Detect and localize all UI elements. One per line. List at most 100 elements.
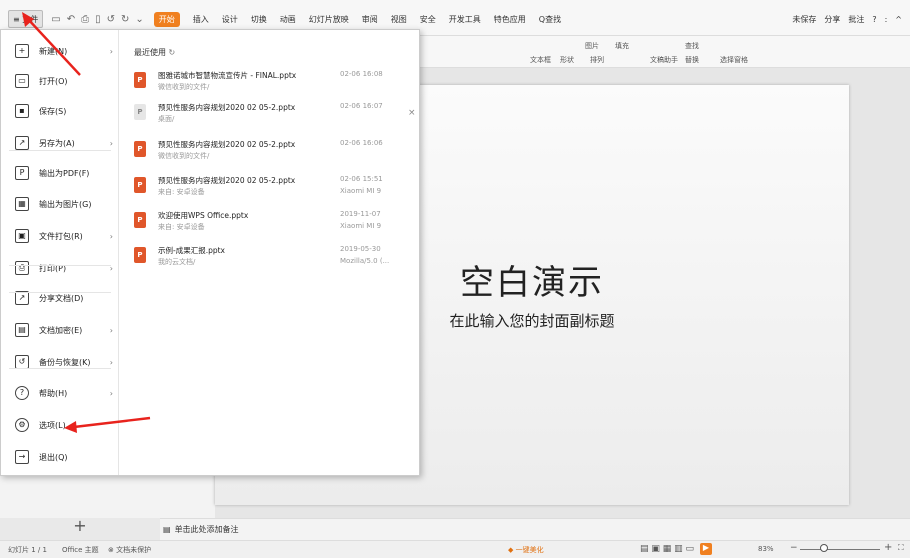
tab-3[interactable]: 切换 — [251, 14, 267, 25]
recent-file-location: 微信收到的文件/ — [158, 152, 210, 160]
new-doc-icon: + — [15, 44, 29, 58]
zoom-slider-handle[interactable] — [820, 544, 828, 552]
file-menu-item-6[interactable]: ▣ 文件打包(R) › — [1, 222, 119, 250]
file-menu-item-label: 打开(O) — [39, 76, 68, 86]
collapse-ribbon-icon[interactable]: ^ — [895, 15, 902, 24]
file-menu-item-label: 退出(Q) — [39, 452, 68, 462]
replace-button[interactable]: 替换 — [685, 55, 699, 65]
protect-status[interactable]: ⊗ 文档未保护 — [108, 545, 151, 555]
recent-file-location: 我的云文档/ — [158, 258, 196, 266]
tab-11[interactable]: Q查找 — [539, 14, 561, 25]
redo-arrow-icon[interactable]: ↻ — [121, 14, 129, 25]
file-menu-item-5[interactable]: ▦ 输出为图片(G) — [1, 190, 119, 218]
tab-2[interactable]: 设计 — [222, 14, 238, 25]
theme-name[interactable]: Office 主题 — [62, 545, 99, 555]
recent-file-name: 预见性服务内容规划2020 02 05-2.pptx — [158, 140, 296, 149]
tab-10[interactable]: 特色应用 — [494, 14, 526, 25]
preview-icon[interactable]: ▯ — [95, 14, 101, 25]
add-slide-button[interactable]: + — [60, 516, 100, 535]
pptx-file-icon: P — [134, 141, 146, 157]
print-icon[interactable]: ⎙ — [81, 14, 89, 25]
refresh-icon[interactable]: ↻ — [169, 48, 176, 57]
zoom-in-button[interactable]: + — [884, 542, 892, 553]
fit-window-icon[interactable]: ⛶ — [898, 543, 904, 553]
recent-file-item[interactable]: P 预见性服务内容规划2020 02 05-2.pptx 来自: 安卓设备 02-06… — [134, 175, 414, 205]
recent-file-item[interactable]: P 预见性服务内容规划2020 02 05-2.pptx 微信收到的文件/02-06… — [134, 139, 414, 169]
undo-icon[interactable]: ↶ — [67, 14, 75, 25]
file-menu-item-13[interactable]: → 退出(Q) — [1, 443, 119, 471]
file-menu-item-12[interactable]: ⚙ 选项(L) — [1, 411, 119, 439]
selection-pane-button[interactable]: 选择窗格 — [720, 55, 748, 65]
fill-button[interactable]: 填充 — [615, 41, 629, 51]
more-icon[interactable]: : — [885, 15, 888, 24]
file-menu-item-3[interactable]: ↗ 另存为(A) › — [1, 129, 119, 157]
file-menu-item-label: 分享文档(D) — [39, 293, 84, 303]
doc-assistant-button[interactable]: 文稿助手 — [650, 55, 678, 65]
file-menu-item-7[interactable]: ⎙ 打印(P) › — [1, 254, 119, 282]
save-icon: ▪ — [15, 104, 29, 118]
pptx-file-icon: P — [134, 212, 146, 228]
tab-8[interactable]: 安全 — [420, 14, 436, 25]
file-menu-item-1[interactable]: ▭ 打开(O) — [1, 67, 119, 95]
picture-button[interactable]: 图片 — [585, 41, 599, 51]
file-menu-item-label: 输出为图片(G) — [39, 199, 92, 209]
tab-4[interactable]: 动画 — [280, 14, 296, 25]
chevron-down-icon[interactable]: ⌄ — [135, 14, 143, 25]
recent-file-date: 2019-05-30 — [340, 245, 381, 253]
zoom-out-button[interactable]: − — [790, 543, 798, 553]
file-menu-item-9[interactable]: ▤ 文档加密(E) › — [1, 316, 119, 344]
close-icon[interactable]: × — [408, 108, 416, 118]
comment-button[interactable]: 批注 — [848, 14, 864, 25]
file-menu-button[interactable]: ≡ 文件 — [8, 10, 44, 28]
file-menu-item-8[interactable]: ↗ 分享文档(D) — [1, 284, 119, 312]
file-menu-item-2[interactable]: ▪ 保存(S) — [1, 97, 119, 125]
backup-icon: ↺ — [15, 355, 29, 369]
file-menu-item-label: 备份与恢复(K) — [39, 357, 91, 367]
undo-arrow-icon[interactable]: ↺ — [107, 14, 115, 25]
tab-6[interactable]: 审阅 — [362, 14, 378, 25]
tab-9[interactable]: 开发工具 — [449, 14, 481, 25]
slide-counter: 幻灯片 1 / 1 — [8, 546, 47, 554]
arrange-button[interactable]: 排列 — [590, 55, 604, 65]
help-icon[interactable]: ? — [872, 15, 876, 24]
share-button[interactable]: 分享 — [824, 14, 840, 25]
beautify-button[interactable]: ◆ 一键美化 — [508, 545, 544, 555]
menu-separator — [9, 150, 111, 151]
save-icon[interactable]: ▭ — [51, 14, 60, 25]
file-menu-item-label: 输出为PDF(F) — [39, 168, 90, 178]
file-menu-item-10[interactable]: ↺ 备份与恢复(K) › — [1, 348, 119, 376]
recent-file-item[interactable]: P 预见性服务内容规划2020 02 05-2.pptx 桌面/02-06 16:0… — [134, 102, 416, 132]
tab-0[interactable]: 开始 — [153, 11, 180, 27]
textbox-button[interactable]: 文本框 — [530, 55, 551, 65]
view-buttons[interactable]: ▤ ▣ ▦ ▥ ▭ — [640, 544, 694, 554]
shape-button[interactable]: 形状 — [560, 55, 574, 65]
zoom-level[interactable]: 83% — [758, 545, 774, 553]
unsaved-status[interactable]: 未保存 — [792, 14, 816, 25]
recent-file-date: 02-06 16:08 — [340, 70, 383, 78]
recent-file-device: Xiaomi MI 9 — [340, 187, 382, 195]
play-button[interactable]: ▶ — [700, 543, 712, 555]
file-menu-item-label: 文档加密(E) — [39, 325, 83, 335]
notes-bar[interactable]: ▤ 单击此处添加备注 — [160, 518, 910, 540]
recent-file-item[interactable]: P 图雅诺城市智慧物流宣传片 - FINAL.pptx 微信收到的文件/02-06 … — [134, 70, 414, 100]
recent-file-item[interactable]: P 欢迎使用WPS Office.pptx 来自: 安卓设备 2019-11-07 Xi… — [134, 210, 414, 240]
right-toolbar: 未保存 分享 批注 ? : ^ — [792, 9, 902, 29]
file-menu-item-4[interactable]: P 输出为PDF(F) — [1, 159, 119, 187]
file-menu-item-label: 文件打包(R) — [39, 231, 83, 241]
zoom-slider[interactable] — [800, 549, 880, 550]
tab-5[interactable]: 幻灯片放映 — [309, 14, 349, 25]
recent-file-name: 预见性服务内容规划2020 02 05-2.pptx — [158, 176, 296, 185]
recent-file-date: 2019-11-07 — [340, 210, 381, 218]
print-icon: ⎙ — [15, 261, 29, 275]
recent-file-location: 来自: 安卓设备 — [158, 223, 205, 231]
tab-1[interactable]: 插入 — [193, 14, 209, 25]
menu-separator — [9, 368, 111, 369]
menu-separator — [9, 265, 111, 266]
file-menu-item-0[interactable]: + 新建(N) › — [1, 37, 119, 65]
tab-7[interactable]: 视图 — [391, 14, 407, 25]
ribbon-tabs: 开始 插入 设计 切换 动画 幻灯片放映 审阅 视图 安全 开发工具 特色应用 Q查找 — [153, 11, 561, 27]
find-button[interactable]: 查找 — [685, 41, 699, 51]
notes-icon: ▤ — [163, 525, 171, 534]
recent-file-item[interactable]: P 示例-成果汇报.pptx 我的云文档/2019-05-30 Mozilla/5.0… — [134, 245, 414, 275]
file-menu-item-11[interactable]: ? 帮助(H) › — [1, 379, 119, 407]
